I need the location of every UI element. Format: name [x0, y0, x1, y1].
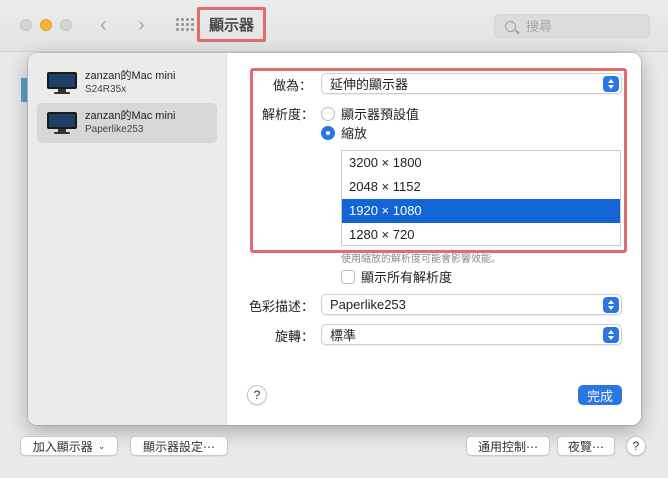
popup-arrows-icon	[603, 327, 619, 343]
popup-arrows-icon	[603, 297, 619, 313]
close-window-button[interactable]	[20, 19, 32, 31]
display-model: Paperlike253	[85, 124, 144, 135]
show-all-resolutions-checkbox-row[interactable]: 顯示所有解析度	[341, 267, 452, 286]
back-chevron-icon[interactable]: ‹	[100, 13, 107, 37]
radio-scaled-resolution[interactable]: 縮放	[321, 123, 367, 142]
display-list: zanzan的Mac mini S24R35x zanzan的Mac mini …	[28, 53, 227, 425]
show-all-checkbox[interactable]	[341, 269, 355, 284]
help-button[interactable]: ?	[247, 385, 267, 405]
done-button[interactable]: 完成	[578, 385, 622, 405]
radio-scaled-label: 縮放	[341, 126, 368, 141]
popup-arrows-icon	[603, 76, 619, 92]
show-all-label: 顯示所有解析度	[361, 270, 453, 285]
monitor-icon	[47, 112, 77, 134]
zoom-window-button[interactable]	[60, 19, 72, 31]
resolution-option[interactable]: 3200 × 1800	[342, 151, 620, 175]
resolution-option-selected[interactable]: 1920 × 1080	[342, 199, 620, 223]
use-as-label: 做為：	[272, 78, 312, 93]
forward-chevron-icon[interactable]: ›	[138, 13, 145, 37]
display-item-s24r35x[interactable]: zanzan的Mac mini S24R35x	[37, 63, 217, 103]
radio-button[interactable]	[321, 106, 335, 121]
rotation-value: 標準	[330, 328, 357, 343]
settings-panel: 做為： 延伸的顯示器 解析度： 顯示器預設值 縮放 3200 × 1800 20…	[228, 53, 641, 425]
rotation-popup[interactable]: 標準	[321, 324, 622, 345]
use-as-value: 延伸的顯示器	[330, 77, 409, 92]
display-item-paperlike253[interactable]: zanzan的Mac mini Paperlike253	[37, 103, 217, 143]
background-pane-edge	[21, 78, 27, 102]
resolution-label: 解析度：	[261, 107, 314, 122]
display-settings-button[interactable]: 顯示器設定⋯	[130, 436, 228, 456]
color-profile-label: 色彩描述：	[248, 299, 314, 314]
window-title-highlight: 顯示器	[197, 7, 266, 42]
display-model: S24R35x	[85, 84, 127, 95]
resolution-list[interactable]: 3200 × 1800 2048 × 1152 1920 × 1080 1280…	[341, 150, 621, 246]
night-shift-button[interactable]: 夜覽⋯	[557, 436, 615, 456]
add-display-button[interactable]: 加入顯示器 ⌄	[20, 436, 118, 456]
search-icon	[505, 20, 516, 32]
radio-default-label: 顯示器預設值	[341, 107, 420, 122]
resolution-option[interactable]: 1280 × 720	[342, 223, 620, 247]
search-field[interactable]	[494, 14, 650, 38]
titlebar: ‹ › 顯示器	[0, 0, 668, 52]
color-profile-value: Paperlike253	[330, 297, 406, 312]
use-as-popup[interactable]: 延伸的顯示器	[321, 73, 622, 94]
bottom-help-button[interactable]: ?	[626, 436, 646, 456]
minimize-window-button[interactable]	[40, 19, 52, 31]
search-input[interactable]	[526, 18, 636, 34]
radio-default-resolution[interactable]: 顯示器預設值	[321, 104, 419, 123]
display-name: zanzan的Mac mini	[85, 110, 176, 122]
display-name: zanzan的Mac mini	[85, 70, 176, 82]
window-title: 顯示器	[208, 17, 254, 34]
performance-note: 使用縮放的解析度可能會影響效能。	[341, 254, 501, 265]
chevron-down-icon: ⌄	[97, 440, 106, 451]
display-settings-sheet: zanzan的Mac mini S24R35x zanzan的Mac mini …	[28, 53, 641, 425]
show-all-grid-icon[interactable]	[176, 18, 194, 32]
rotation-label: 旋轉：	[274, 329, 314, 344]
universal-control-button[interactable]: 通用控制⋯	[466, 436, 550, 456]
resolution-option[interactable]: 2048 × 1152	[342, 175, 620, 199]
add-display-label: 加入顯示器	[32, 439, 93, 454]
color-profile-popup[interactable]: Paperlike253	[321, 294, 622, 315]
radio-button-selected[interactable]	[321, 125, 335, 140]
monitor-icon	[47, 72, 77, 94]
